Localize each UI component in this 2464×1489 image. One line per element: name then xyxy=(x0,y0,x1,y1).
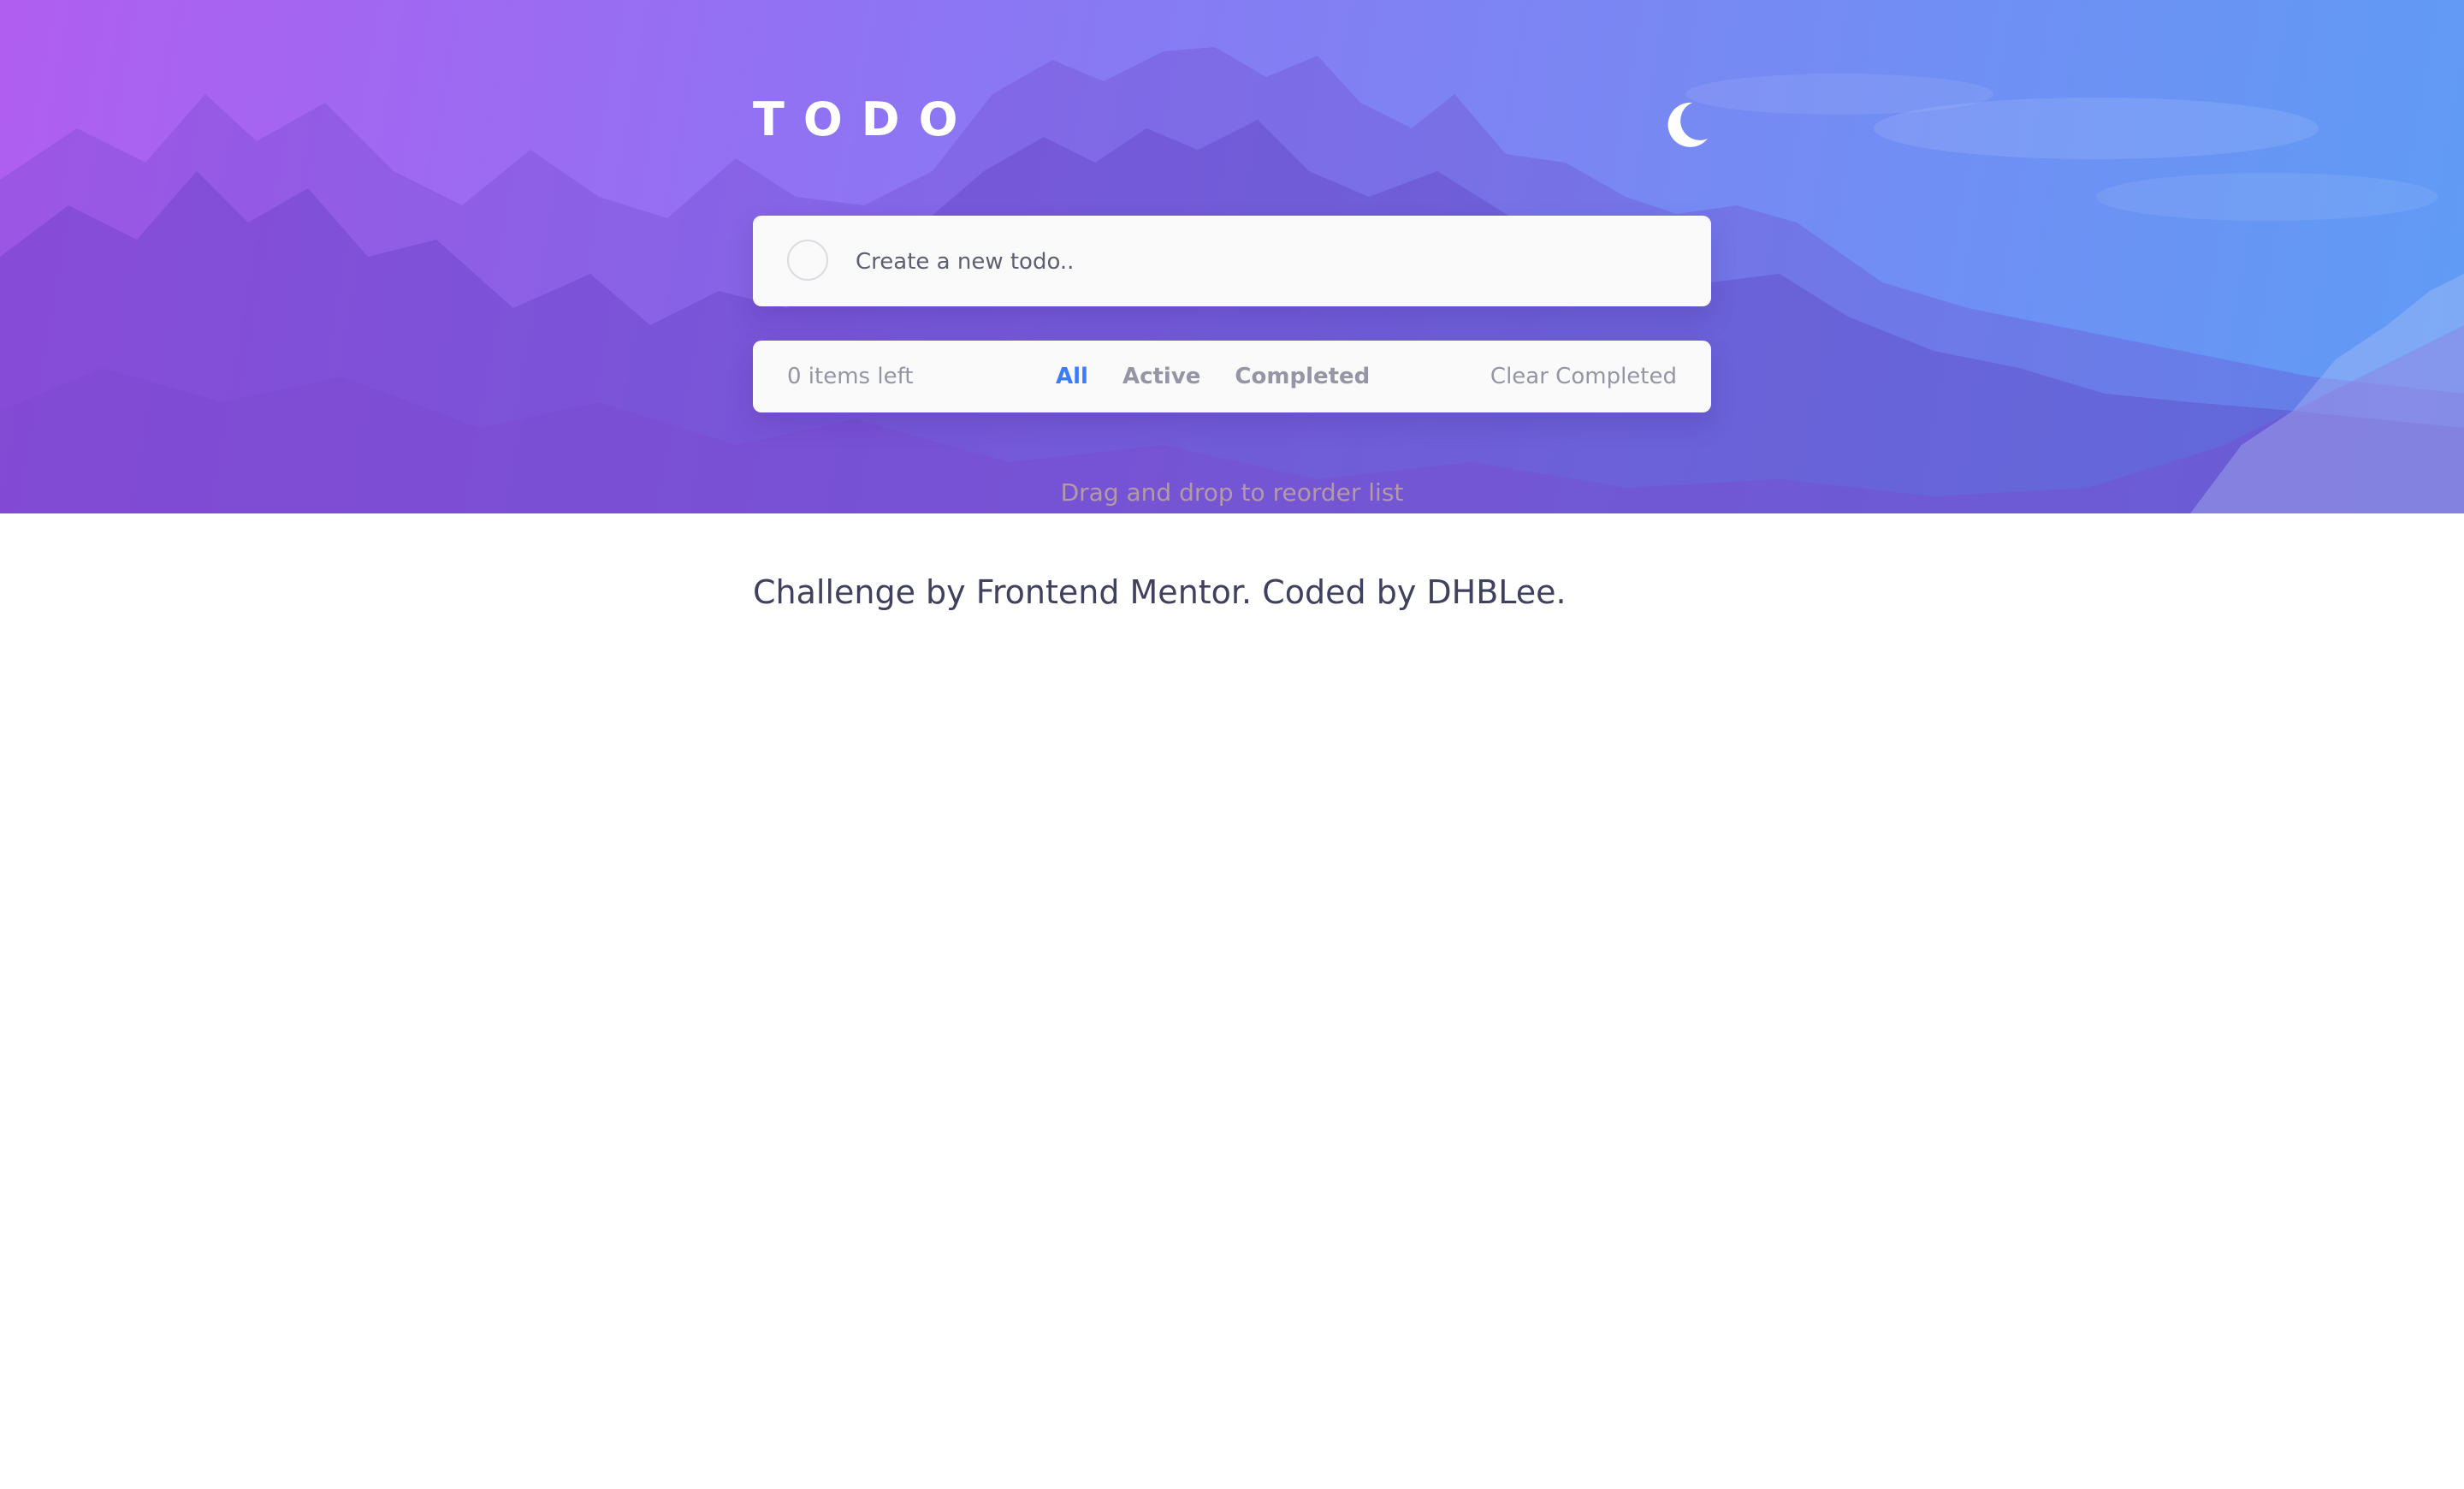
filter-active[interactable]: Active xyxy=(1122,364,1200,389)
new-todo-card xyxy=(753,216,1711,306)
filter-all[interactable]: All xyxy=(1056,364,1088,389)
app-title: TODO xyxy=(753,92,977,146)
attribution-text: Challenge by Frontend Mentor. Coded by D… xyxy=(753,573,1567,611)
items-left-count: 0 items left xyxy=(787,364,914,389)
moon-icon xyxy=(1667,102,1708,147)
theme-toggle-button[interactable] xyxy=(1663,98,1711,151)
new-todo-input[interactable] xyxy=(854,238,1679,286)
drag-hint-text: Drag and drop to reorder list xyxy=(1060,478,1404,507)
todo-footer-bar: 0 items left All Active Completed Clear … xyxy=(753,341,1711,412)
filter-group: All Active Completed xyxy=(1056,341,1370,412)
filter-completed[interactable]: Completed xyxy=(1235,364,1370,389)
new-todo-check-circle[interactable] xyxy=(787,240,828,281)
clear-completed-button[interactable]: Clear Completed xyxy=(1490,341,1677,412)
